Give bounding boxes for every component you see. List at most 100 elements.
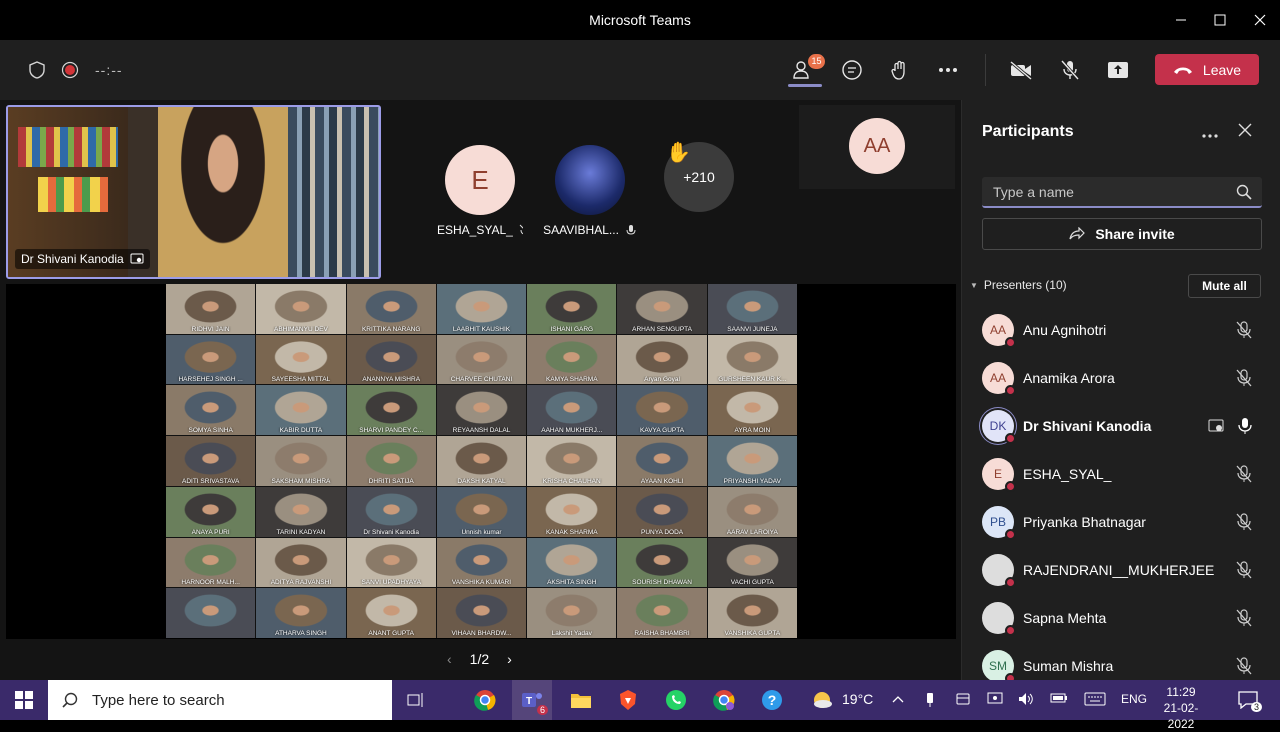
maximize-icon[interactable]: [1207, 8, 1233, 32]
gallery-tile-name: Unnish kumar: [439, 529, 524, 536]
toolbar-divider: [985, 54, 986, 86]
participant-row[interactable]: AAAnu Agnihotri: [982, 310, 1272, 350]
help-icon[interactable]: ?: [756, 684, 788, 716]
svg-text:?: ?: [768, 692, 777, 708]
brave-icon[interactable]: [612, 684, 644, 716]
gallery-tile-name: VANSHIKA KUMARI: [439, 579, 524, 586]
search-input[interactable]: Type a name: [982, 177, 1262, 208]
shared-screen[interactable]: RIDHVI JAINABHIMANYU DEVKRITTIKA NARANGL…: [6, 284, 956, 639]
taskbar-search[interactable]: Type here to search: [48, 680, 392, 720]
gallery-tile: ABHIMANYU DEV: [256, 284, 345, 334]
chrome-profile-icon[interactable]: [708, 684, 740, 716]
chevron-left-icon[interactable]: ‹: [447, 651, 452, 667]
gallery-tile-name: ANANNYA MISHRA: [349, 376, 434, 383]
teams-badge: 6: [537, 705, 548, 715]
microphone-icon[interactable]: [1208, 417, 1252, 440]
battery-icon[interactable]: [1050, 692, 1068, 707]
search-icon: [1236, 184, 1252, 200]
presenter-video[interactable]: Dr Shivani Kanodia: [6, 105, 381, 279]
avatar-initials: E: [994, 467, 1002, 481]
close-window-icon[interactable]: [1247, 8, 1273, 32]
device-icon[interactable]: [956, 692, 970, 709]
books-row: [38, 177, 108, 212]
notifications-icon[interactable]: 3: [1232, 684, 1264, 716]
teams-taskbar-icon[interactable]: T 6: [512, 680, 552, 720]
monitor-icon[interactable]: [987, 692, 1003, 709]
avatar-initials: AA: [990, 323, 1006, 337]
chevron-up-icon[interactable]: [892, 692, 904, 706]
participant-row[interactable]: RAJENDRANI__MUKHERJEE: [982, 550, 1272, 590]
participant-tile-aa[interactable]: AA: [799, 105, 955, 189]
avatar: AA: [982, 314, 1014, 346]
raise-hand-icon[interactable]: [884, 54, 916, 86]
participant-row[interactable]: DKDr Shivani Kanodia: [982, 406, 1272, 446]
microphone-off-icon[interactable]: [1236, 369, 1252, 392]
notification-badge: 3: [1251, 702, 1262, 712]
participant-row[interactable]: PBPriyanka Bhatnagar: [982, 502, 1272, 542]
search-icon: [62, 692, 78, 708]
section-label: Presenters (10): [984, 278, 1067, 292]
windows-start-icon[interactable]: [8, 684, 40, 716]
task-view-icon[interactable]: [400, 684, 432, 716]
gallery-tile: KRISHA CHAUHAN: [527, 436, 616, 486]
gallery-tile: ARHAN SENGUPTA: [617, 284, 706, 334]
gallery-tile: SAYEESHA MITTAL: [256, 335, 345, 385]
gallery-tile-name: KABIR DUTTA: [258, 427, 343, 434]
status-dot: [1005, 529, 1016, 540]
weather-icon[interactable]: [806, 684, 838, 716]
gallery-tile-name: ADITI SRIVASTAVA: [168, 478, 253, 485]
microphone-off-icon[interactable]: [1236, 513, 1252, 536]
chevron-right-icon[interactable]: ›: [507, 651, 512, 667]
gallery-tile-name: KRITTIKA NARANG: [349, 326, 434, 333]
gallery-tile: REYAANSH DALAL: [437, 385, 526, 435]
presenters-section-header[interactable]: ▼ Presenters (10): [970, 278, 1067, 292]
share-screen-icon[interactable]: [1102, 54, 1134, 86]
microphone-off-icon[interactable]: [1236, 321, 1252, 344]
microphone-off-icon[interactable]: [1054, 54, 1086, 86]
participant-row[interactable]: Sapna Mehta: [982, 598, 1272, 638]
participant-row[interactable]: EESHA_SYAL_: [982, 454, 1272, 494]
gallery-tile: RIDHVI JAIN: [166, 284, 255, 334]
microphone-off-icon[interactable]: [1236, 561, 1252, 584]
volume-icon[interactable]: [1018, 692, 1034, 709]
more-options-icon[interactable]: [1202, 125, 1218, 143]
participant-row[interactable]: AAAnamika Arora: [982, 358, 1272, 398]
whatsapp-icon[interactable]: [660, 684, 692, 716]
chat-icon[interactable]: [836, 54, 868, 86]
language-indicator[interactable]: ENG: [1121, 692, 1147, 706]
search-placeholder: Type a name: [993, 184, 1074, 200]
raised-hand-icon: ✋: [666, 140, 691, 165]
gallery-tile: ANANNYA MISHRA: [347, 335, 436, 385]
gallery-tile: RAISHA BHAMBRI: [617, 588, 706, 638]
gallery-tile-name: RAISHA BHAMBRI: [619, 630, 704, 637]
participant-name: Sapna Mehta: [1023, 610, 1106, 626]
leave-label: Leave: [1203, 62, 1241, 78]
gallery-tile-name: RIDHVI JAIN: [168, 326, 253, 333]
recording-icon[interactable]: [54, 54, 86, 86]
participant-tile-saavi[interactable]: SAAVIBHAL...: [540, 145, 640, 237]
gallery-tile-name: ANAYA PURI: [168, 529, 253, 536]
more-options-icon[interactable]: [932, 54, 964, 86]
mute-all-button[interactable]: Mute all: [1188, 274, 1261, 298]
participant-name: Suman Mishra: [1023, 658, 1113, 674]
gallery-tile-name: KAMYA SHARMA: [529, 376, 614, 383]
gallery-tile-name: Aryan Goyal: [619, 376, 704, 383]
file-explorer-icon[interactable]: [565, 684, 597, 716]
clock[interactable]: 11:29 21-02-2022: [1155, 684, 1207, 732]
close-panel-icon[interactable]: [1238, 123, 1252, 142]
leave-button[interactable]: Leave: [1155, 54, 1259, 85]
share-invite-button[interactable]: Share invite: [982, 218, 1262, 250]
gallery-tile: VACHI GUPTA: [708, 538, 797, 588]
usb-icon[interactable]: [925, 692, 935, 711]
shield-icon[interactable]: [21, 54, 53, 86]
participant-tile-esha[interactable]: E ESHA_SYAL_: [437, 145, 523, 237]
chrome-icon[interactable]: [469, 684, 501, 716]
microphone-off-icon[interactable]: [1236, 609, 1252, 632]
minimize-icon[interactable]: [1168, 8, 1194, 32]
microphone-off-icon[interactable]: [1236, 657, 1252, 680]
keyboard-icon[interactable]: [1084, 692, 1106, 709]
gallery-tile-name: AYRA MOIN: [710, 427, 795, 434]
camera-off-icon[interactable]: [1005, 54, 1037, 86]
avatar-initials: AA: [990, 371, 1006, 385]
microphone-off-icon[interactable]: [1236, 465, 1252, 488]
